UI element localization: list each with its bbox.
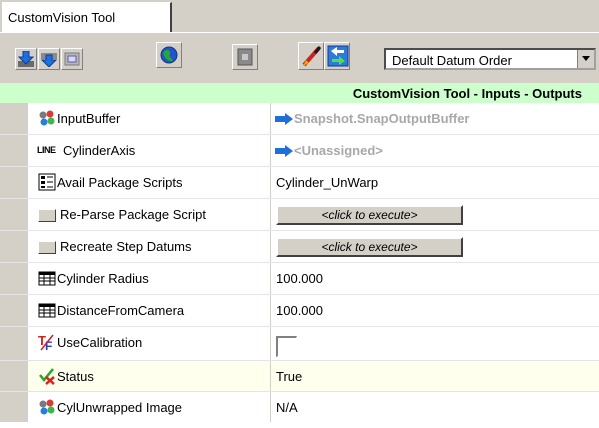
tab-customvision-tool[interactable]: CustomVision Tool (2, 2, 172, 32)
property-name: CylUnwrapped Image (57, 400, 183, 415)
row-gutter (0, 199, 28, 230)
globe-button[interactable] (156, 42, 182, 68)
property-grid: InputBuffer Snapshot.SnapOutputBuffer LI… (0, 103, 599, 422)
column-divider (270, 295, 271, 326)
column-divider (270, 327, 271, 360)
column-divider (270, 392, 271, 422)
row-gutter (0, 263, 28, 294)
property-value[interactable]: Cylinder_UnWarp (276, 175, 378, 190)
image-link-icon (39, 399, 55, 415)
numeric-grid-icon (38, 303, 56, 318)
property-name: UseCalibration (57, 335, 143, 350)
true-false-icon: T F (38, 333, 54, 351)
reparse-execute-button[interactable]: <click to execute> (276, 205, 463, 225)
column-divider (270, 103, 271, 134)
chevron-down-icon (582, 56, 590, 61)
datum-order-value: Default Datum Order (392, 53, 512, 68)
download-blue-icon (18, 51, 34, 67)
section-title: CustomVision Tool - Inputs - Outputs (352, 86, 582, 101)
usecalibration-checkbox[interactable] (276, 336, 297, 357)
link-arrow-icon (275, 145, 293, 157)
row-gutter (0, 392, 28, 422)
property-row-distancefromcamera[interactable]: DistanceFromCamera 100.000 (0, 295, 599, 327)
property-name: CylinderAxis (63, 143, 136, 158)
document-button[interactable] (232, 44, 258, 70)
link-arrow-icon (275, 113, 293, 125)
section-header: CustomVision Tool - Inputs - Outputs (0, 83, 599, 103)
button-icon (38, 241, 56, 254)
property-name: Re-Parse Package Script (60, 207, 206, 222)
blue-arrows-icon (327, 45, 349, 67)
buffer-link-icon (39, 110, 55, 126)
column-divider (270, 231, 271, 262)
property-value[interactable]: 100.000 (276, 303, 323, 318)
row-gutter (0, 103, 28, 134)
property-name: Avail Package Scripts (57, 175, 183, 190)
property-value[interactable]: 100.000 (276, 271, 323, 286)
blue-arrows-button[interactable] (324, 42, 350, 70)
datum-order-select[interactable]: Default Datum Order (384, 48, 596, 70)
column-divider (270, 361, 271, 391)
property-value: <Unassigned> (294, 143, 383, 158)
numeric-grid-icon (38, 271, 56, 286)
column-divider (270, 263, 271, 294)
row-gutter (0, 295, 28, 326)
property-row-recreate-step-datums[interactable]: Recreate Step Datums <click to execute> (0, 231, 599, 263)
property-row-reparse-package-script[interactable]: Re-Parse Package Script <click to execut… (0, 199, 599, 231)
image-frame-button[interactable] (61, 48, 83, 70)
brush-icon (302, 46, 322, 67)
button-icon (38, 209, 56, 222)
property-row-inputbuffer[interactable]: InputBuffer Snapshot.SnapOutputBuffer (0, 103, 599, 135)
property-value: True (276, 369, 303, 384)
download-gray-button[interactable] (38, 48, 60, 70)
row-gutter (0, 167, 28, 198)
row-gutter (0, 361, 28, 391)
globe-icon (160, 46, 178, 64)
tab-label: CustomVision Tool (8, 10, 116, 25)
tab-strip: CustomVision Tool (0, 0, 599, 32)
property-name: DistanceFromCamera (57, 303, 185, 318)
property-row-cylinderaxis[interactable]: LINE CylinderAxis <Unassigned> (0, 135, 599, 167)
column-divider (270, 199, 271, 230)
property-value: Snapshot.SnapOutputBuffer (294, 111, 470, 126)
column-divider (270, 167, 271, 198)
property-row-cylinder-radius[interactable]: Cylinder Radius 100.000 (0, 263, 599, 295)
brush-button[interactable] (298, 42, 324, 70)
download-blue-button[interactable] (15, 48, 37, 70)
row-gutter (0, 231, 28, 262)
row-gutter (0, 135, 28, 166)
dropdown-arrow-button[interactable] (577, 50, 594, 68)
property-name: Status (57, 369, 94, 384)
property-row-status[interactable]: Status True (0, 361, 599, 392)
status-check-icon (39, 368, 55, 385)
line-icon: LINE (37, 145, 56, 155)
row-gutter (0, 327, 28, 360)
image-frame-icon (64, 52, 80, 66)
property-name: Recreate Step Datums (60, 239, 192, 254)
recreate-datums-execute-button[interactable]: <click to execute> (276, 237, 463, 257)
property-row-cylunwrapped-image[interactable]: CylUnwrapped Image N/A (0, 392, 599, 422)
property-row-avail-package-scripts[interactable]: Avail Package Scripts Cylinder_UnWarp (0, 167, 599, 199)
script-list-icon (38, 173, 56, 191)
property-value: N/A (276, 400, 298, 415)
column-divider (270, 135, 271, 166)
property-name: InputBuffer (57, 111, 121, 126)
document-icon (237, 48, 253, 66)
property-name: Cylinder Radius (57, 271, 149, 286)
property-row-usecalibration[interactable]: T F UseCalibration (0, 327, 599, 361)
download-gray-icon (41, 53, 57, 67)
